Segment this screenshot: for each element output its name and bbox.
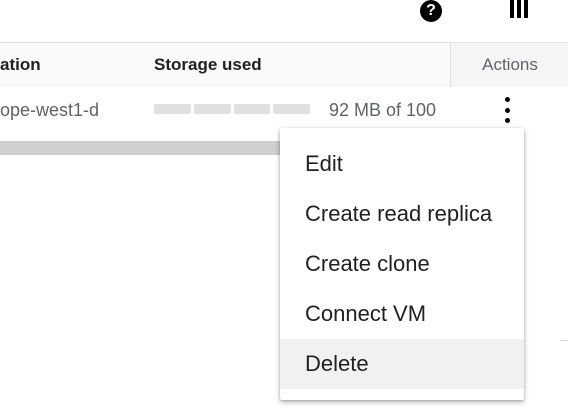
storage-usage-bar <box>154 104 310 114</box>
columns-icon-bar <box>510 0 514 18</box>
column-header-location[interactable]: ation <box>0 43 41 87</box>
storage-bar-segment <box>233 104 271 114</box>
menu-item-delete[interactable]: Delete <box>280 339 524 389</box>
column-header-storage-used[interactable]: Storage used <box>154 43 262 87</box>
more-vert-dot <box>504 97 510 102</box>
toolbar: ? <box>0 0 568 42</box>
storage-bar-segment <box>193 104 231 114</box>
cell-location: ope-west1-d <box>0 100 100 120</box>
table-header: ation Storage used Actions <box>0 42 568 88</box>
more-vert-icon[interactable] <box>500 97 514 123</box>
columns-icon[interactable] <box>510 0 530 20</box>
more-vert-dot <box>504 118 510 123</box>
cell-storage-used: 92 MB of 100 <box>329 100 437 120</box>
divider <box>560 340 568 341</box>
more-vert-dot <box>504 107 510 113</box>
help-icon[interactable]: ? <box>420 0 442 22</box>
menu-item-edit[interactable]: Edit <box>280 139 524 189</box>
columns-icon-bar <box>517 0 521 18</box>
menu-item-create-clone[interactable]: Create clone <box>280 239 524 289</box>
storage-bar-segment <box>154 104 191 114</box>
actions-menu: Edit Create read replica Create clone Co… <box>280 128 524 400</box>
columns-icon-bar <box>524 0 528 18</box>
horizontal-scrollbar[interactable] <box>0 141 290 155</box>
menu-item-connect-vm[interactable]: Connect VM <box>280 289 524 339</box>
table-row: ope-west1-d 92 MB of 100 <box>0 87 568 133</box>
storage-bar-segment <box>273 104 310 114</box>
menu-item-create-read-replica[interactable]: Create read replica <box>280 189 524 239</box>
column-header-actions: Actions <box>450 43 568 87</box>
